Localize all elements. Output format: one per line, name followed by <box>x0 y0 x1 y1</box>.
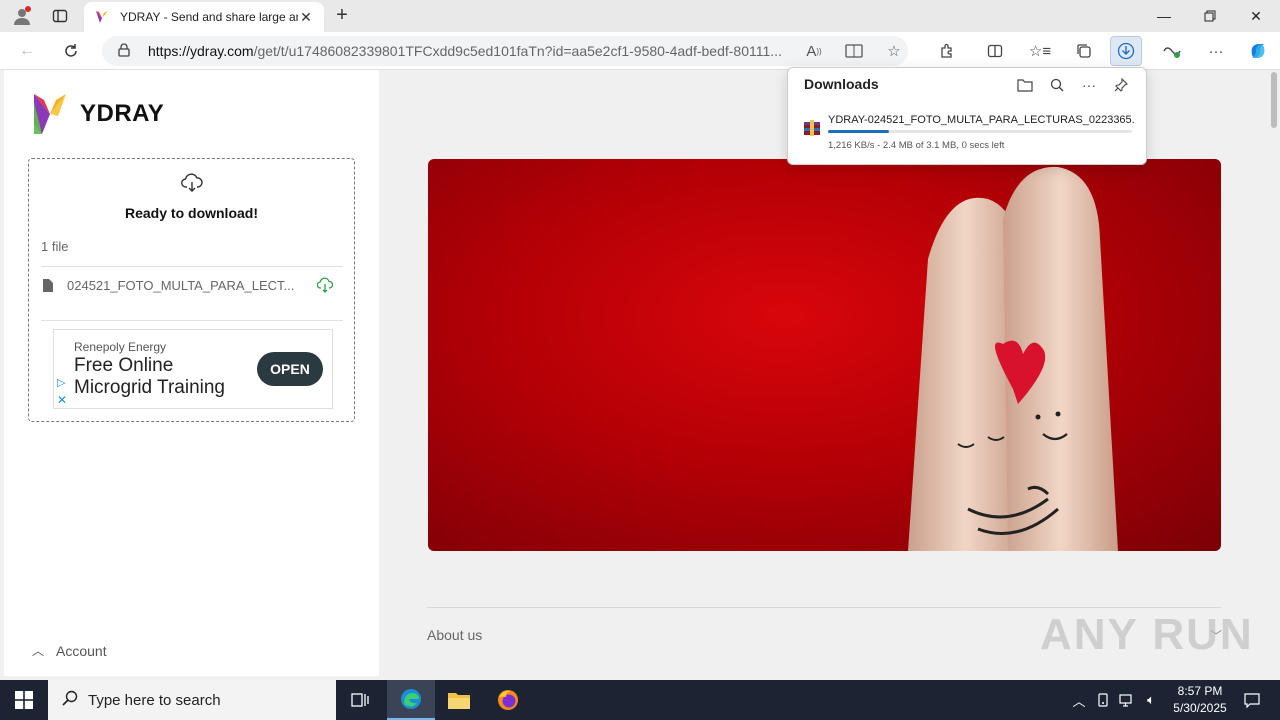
collections-icon[interactable] <box>1068 36 1100 66</box>
taskbar: Type here to search ︿ 🔈︎ 8:57 PM 5/30/20… <box>0 680 1280 720</box>
notification-center-icon[interactable] <box>1232 680 1272 720</box>
network-icon[interactable] <box>1116 680 1138 720</box>
download-progress-fill <box>828 130 889 133</box>
file-explorer-icon[interactable] <box>435 680 483 720</box>
archive-file-icon <box>804 120 820 136</box>
ready-heading: Ready to download! <box>125 205 258 221</box>
ad-brand: Renepoly Energy <box>74 340 167 354</box>
read-aloud-icon[interactable]: A)) <box>802 39 826 63</box>
search-placeholder: Type here to search <box>88 691 221 709</box>
ad-close-icon[interactable]: ✕ <box>57 393 67 407</box>
tab-actions-icon[interactable] <box>46 0 74 32</box>
ad-open-button[interactable]: OPEN <box>257 352 323 386</box>
browser-essentials-icon[interactable] <box>1156 36 1188 66</box>
clock-date: 5/30/2025 <box>1173 701 1227 715</box>
lock-icon[interactable] <box>118 42 134 60</box>
adchoices-icon[interactable]: ▷ <box>57 376 65 389</box>
restore-button[interactable] <box>1187 0 1233 32</box>
address-bar[interactable]: https://ydray.com/get/t/u17486082339801T… <box>102 36 908 66</box>
split-screen-icon[interactable] <box>979 36 1011 66</box>
ad-headline[interactable]: Free Online Microgrid Training <box>74 355 254 399</box>
url-path: /get/t/u17486082339801TFCxdd9c5ed101faTn… <box>253 43 782 59</box>
file-name[interactable]: 024521_FOTO_MULTA_PARA_LECT... <box>67 278 317 293</box>
minimize-button[interactable]: — <box>1141 0 1187 32</box>
chevron-up-icon: ︿ <box>32 644 45 658</box>
new-tab-button[interactable]: + <box>330 4 354 28</box>
task-view-icon[interactable] <box>336 680 384 720</box>
more-options-icon[interactable]: ··· <box>1078 74 1100 96</box>
show-hidden-icons-icon[interactable]: ︿ <box>1068 680 1090 720</box>
open-folder-icon[interactable] <box>1014 74 1036 96</box>
profile-icon[interactable] <box>8 0 36 32</box>
favorite-star-icon[interactable]: ☆ <box>882 39 906 63</box>
divider <box>41 320 343 321</box>
fingers-heart-illustration <box>908 166 1118 551</box>
close-window-button[interactable]: ✕ <box>1233 0 1279 32</box>
title-bar: YDRAY - Send and share large an ✕ + — ✕ <box>0 0 1280 32</box>
pin-icon[interactable] <box>1110 74 1132 96</box>
download-progress-bar <box>828 130 1132 133</box>
scrollbar-thumb[interactable] <box>1271 72 1277 128</box>
footer-divider <box>427 607 1221 608</box>
url-text: https://ydray.com/get/t/u17486082339801T… <box>148 43 798 59</box>
downloads-title: Downloads <box>804 76 879 92</box>
downloads-panel: Downloads ··· YDRAY-024521_FOTO_MULTA_PA… <box>787 67 1147 165</box>
browser-toolbar: ← https://ydray.com/get/t/u1748608233980… <box>0 32 1280 70</box>
about-us-link[interactable]: About us <box>427 627 482 643</box>
ydray-favicon-icon <box>96 11 108 23</box>
file-download-icon[interactable] <box>317 277 333 293</box>
anyrun-watermark: ANY RUN <box>1040 610 1254 659</box>
download-filename[interactable]: YDRAY-024521_FOTO_MULTA_PARA_LECTURAS_02… <box>828 114 1134 126</box>
extensions-icon[interactable] <box>931 36 963 66</box>
firefox-icon[interactable] <box>484 680 532 720</box>
system-clock[interactable]: 8:57 PM 5/30/2025 <box>1160 683 1240 717</box>
download-status: 1,216 KB/s - 2.4 MB of 3.1 MB, 0 secs le… <box>828 140 1005 151</box>
account-label: Account <box>56 642 107 659</box>
download-sidebar: YDRAY Ready to download! 1 file 024521_F… <box>4 70 379 676</box>
favorites-icon[interactable]: ☆≡ <box>1024 36 1056 66</box>
ydray-logo[interactable]: YDRAY <box>34 94 164 134</box>
taskbar-search-box[interactable]: Type here to search <box>48 680 336 720</box>
document-icon <box>43 278 53 292</box>
refresh-icon[interactable] <box>56 36 86 66</box>
ad-banner[interactable]: Renepoly Energy Free Online Microgrid Tr… <box>53 329 333 409</box>
device-icon[interactable] <box>1092 680 1114 720</box>
clock-time: 8:57 PM <box>1177 684 1223 698</box>
divider <box>41 266 343 267</box>
more-options-icon[interactable]: ··· <box>1200 36 1232 66</box>
file-count: 1 file <box>41 239 69 254</box>
browser-tab-active[interactable]: YDRAY - Send and share large an ✕ <box>84 2 324 32</box>
search-icon[interactable] <box>1046 74 1068 96</box>
account-toggle[interactable]: ︿ Account <box>32 642 107 659</box>
file-row[interactable]: 024521_FOTO_MULTA_PARA_LECT... <box>43 277 333 293</box>
hero-image <box>428 159 1221 551</box>
cloud-download-icon <box>181 173 203 192</box>
edge-taskbar-icon[interactable] <box>387 680 435 720</box>
copilot-icon[interactable] <box>1242 36 1274 66</box>
search-icon <box>62 690 78 711</box>
page-scrollbar[interactable] <box>1268 70 1280 676</box>
tab-close-icon[interactable]: ✕ <box>298 9 314 26</box>
tab-title: YDRAY - Send and share large an <box>120 10 298 24</box>
url-domain: https://ydray.com <box>148 43 254 59</box>
downloads-icon[interactable] <box>1110 36 1142 66</box>
download-item[interactable]: YDRAY-024521_FOTO_MULTA_PARA_LECTURAS_02… <box>802 112 1134 156</box>
immersive-reader-icon[interactable] <box>842 39 866 63</box>
download-box: Ready to download! 1 file 024521_FOTO_MU… <box>28 158 355 422</box>
back-arrow-icon[interactable]: ← <box>12 36 42 66</box>
logo-text: YDRAY <box>80 100 165 127</box>
volume-icon[interactable]: 🔈︎ <box>1140 680 1162 720</box>
windows-start-icon[interactable] <box>0 680 48 720</box>
ydray-logo-icon <box>34 94 66 134</box>
